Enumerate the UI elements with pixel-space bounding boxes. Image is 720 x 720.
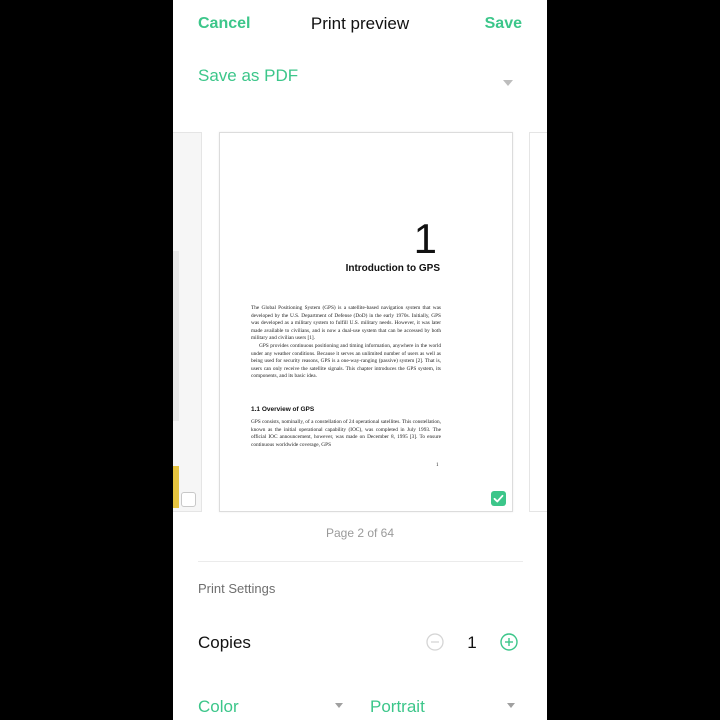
page-unchecked-icon[interactable] bbox=[181, 492, 196, 507]
copies-label: Copies bbox=[198, 633, 251, 652]
page-image-fragment bbox=[173, 466, 179, 508]
chevron-down-icon[interactable] bbox=[503, 80, 513, 86]
current-page-preview[interactable]: 1 Introduction to GPS The Global Positio… bbox=[219, 132, 513, 512]
chapter-title: Introduction to GPS bbox=[345, 263, 440, 274]
color-mode-value: Color bbox=[198, 697, 239, 716]
body-paragraph: The Global Positioning System (GPS) is a… bbox=[251, 305, 441, 341]
divider bbox=[198, 561, 523, 562]
save-button[interactable]: Save bbox=[485, 15, 522, 33]
previous-page-thumbnail[interactable] bbox=[173, 132, 202, 512]
chevron-down-icon bbox=[335, 703, 343, 708]
orientation-dropdown[interactable]: Portrait bbox=[370, 697, 515, 720]
print-settings-heading: Print Settings bbox=[198, 581, 276, 596]
plus-circle-icon bbox=[500, 633, 518, 651]
top-bar: Cancel Print preview Save bbox=[173, 0, 547, 48]
body-paragraph: GPS provides continuous positioning and … bbox=[251, 343, 441, 379]
next-page-thumbnail[interactable] bbox=[529, 132, 547, 512]
increase-copies-button[interactable] bbox=[500, 633, 518, 651]
destination-label[interactable]: Save as PDF bbox=[198, 66, 298, 86]
minus-circle-icon bbox=[426, 633, 444, 651]
page-number: 1 bbox=[436, 463, 439, 468]
section-title: 1.1 Overview of GPS bbox=[251, 406, 315, 413]
page-indicator: Page 2 of 64 bbox=[325, 526, 395, 540]
page-preview-carousel[interactable]: 1 Introduction to GPS The Global Positio… bbox=[173, 130, 547, 512]
chapter-number: 1 bbox=[413, 215, 437, 262]
color-mode-dropdown[interactable]: Color bbox=[198, 697, 343, 720]
checkmark-icon bbox=[493, 494, 504, 503]
body-paragraph: GPS consists, nominally, of a constellat… bbox=[251, 419, 441, 448]
print-preview-screen: Cancel Print preview Save Save as PDF 1 … bbox=[173, 0, 547, 720]
orientation-value: Portrait bbox=[370, 697, 425, 716]
copies-value: 1 bbox=[467, 633, 477, 652]
chevron-down-icon bbox=[507, 703, 515, 708]
page-selected-checkbox[interactable] bbox=[491, 491, 506, 506]
page-content-strip bbox=[173, 251, 179, 421]
decrease-copies-button[interactable] bbox=[426, 633, 444, 651]
